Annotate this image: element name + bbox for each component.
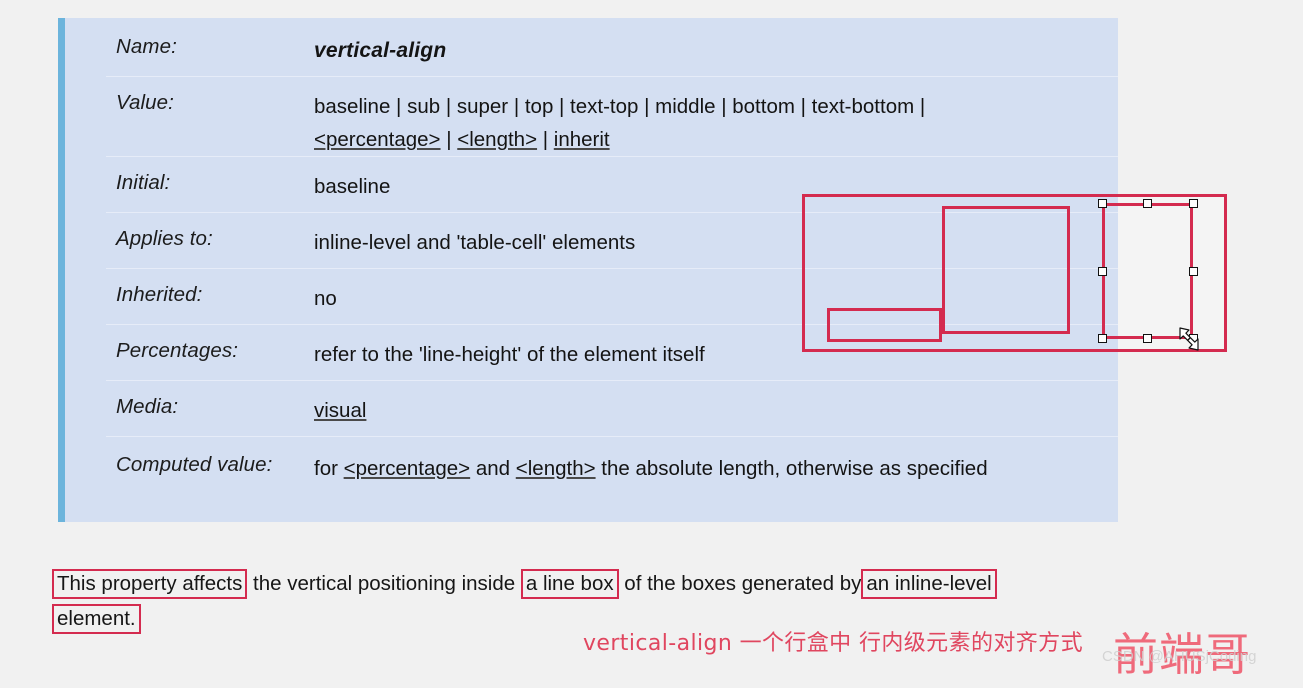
row-value: for <percentage> and <length> the absolu… [314,452,1118,485]
boxed-phrase-element[interactable]: element. [52,604,141,634]
annotation-small-rectangle[interactable] [827,308,942,342]
paragraph-text-1: the vertical positioning inside [247,572,521,595]
selection-handle-middle-left[interactable] [1098,267,1107,276]
page-canvas: Name: vertical-align Value: baseline | s… [0,0,1303,688]
inherit-link[interactable]: inherit [554,128,610,151]
row-label: Value: [116,91,174,114]
selection-handle-middle-right[interactable] [1189,267,1198,276]
table-row: Media: visual [58,380,1118,436]
length-link[interactable]: <length> [457,128,537,151]
computed-suffix: the absolute length, otherwise as specif… [595,457,988,480]
watermark-credit: CSDN @AHUSjCoding [1102,648,1257,665]
paragraph-text-2: of the boxes generated by [618,572,862,595]
selection-handle-top-left[interactable] [1098,199,1107,208]
value-keywords: baseline | sub | super | top | text-top … [314,95,926,118]
selection-handle-bottom-left[interactable] [1098,334,1107,343]
boxed-phrase-line-box[interactable]: a line box [520,569,619,599]
selection-handle-bottom-center[interactable] [1143,334,1152,343]
annotation-selected-rectangle[interactable] [1102,203,1193,339]
chinese-annotation-note: vertical-align 一个行盒中 行内级元素的对齐方式 [583,631,1083,656]
row-value: vertical-align [314,39,447,62]
row-value: baseline | sub | super | top | text-top … [314,90,1118,156]
row-label: Media: [116,395,179,418]
row-label: Applies to: [116,227,213,250]
separator: | [440,128,458,152]
table-row: Name: vertical-align [58,18,1118,76]
percentage-link[interactable]: <percentage> [314,128,441,151]
table-accent-bar [58,18,65,522]
row-label: Percentages: [116,339,238,362]
separator: | [537,128,554,152]
selection-handle-bottom-right[interactable] [1189,334,1198,343]
row-label: Inherited: [116,283,203,306]
table-row: Value: baseline | sub | super | top | te… [58,76,1118,156]
boxed-phrase-inline-level[interactable]: an inline-level [861,569,997,599]
length-link[interactable]: <length> [516,457,596,480]
visual-link[interactable]: visual [314,399,366,422]
selection-handle-top-center[interactable] [1143,199,1152,208]
percentage-link[interactable]: <percentage> [344,457,471,480]
annotation-inner-square[interactable] [942,206,1070,334]
row-label: Initial: [116,171,171,194]
computed-prefix: for [314,457,344,480]
table-row: Computed value: for <percentage> and <le… [58,436,1118,498]
selection-handle-top-right[interactable] [1189,199,1198,208]
row-value: visual [314,394,1118,427]
row-label: Name: [116,35,177,58]
boxed-phrase-property-affects[interactable]: This property affects [52,569,248,599]
computed-mid: and [470,457,516,480]
row-label: Computed value: [116,453,273,476]
